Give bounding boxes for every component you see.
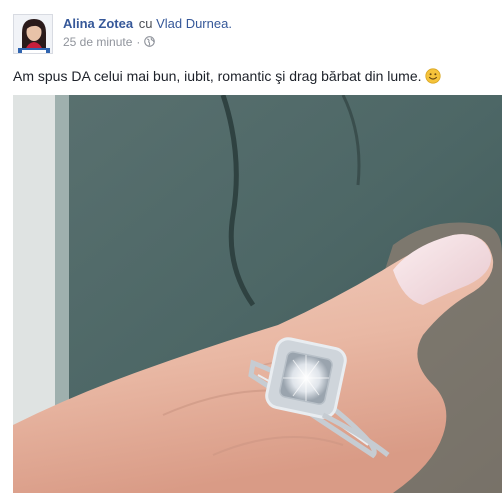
header-text: Alina Zotea cu Vlad Durnea. 25 de minute… [63,15,483,50]
post-meta: 25 de minute · [63,34,483,50]
timestamp-link[interactable]: 25 de minute [63,35,132,49]
smile-emoji-icon [424,68,441,84]
ring-head [265,337,347,419]
author-line: Alina Zotea cu Vlad Durnea. [63,15,483,33]
post-message: Am spus DA celui mai bun, iubit, romanti… [13,68,422,84]
author-name-link[interactable]: Alina Zotea [63,16,133,31]
avatar-portrait [14,15,52,53]
post-text: Am spus DA celui mai bun, iubit, romanti… [13,67,493,86]
tagged-person-link[interactable]: Vlad Durnea. [156,16,232,31]
engagement-ring-photo [13,95,502,493]
with-word: cu [138,16,153,31]
meta-separator: · [136,35,141,49]
globe-icon[interactable] [144,35,156,47]
post-photo[interactable] [13,95,502,493]
facebook-post: Alina Zotea cu Vlad Durnea. 25 de minute… [0,0,502,493]
avatar[interactable] [13,14,53,54]
post-header: Alina Zotea cu Vlad Durnea. 25 de minute… [13,14,493,56]
